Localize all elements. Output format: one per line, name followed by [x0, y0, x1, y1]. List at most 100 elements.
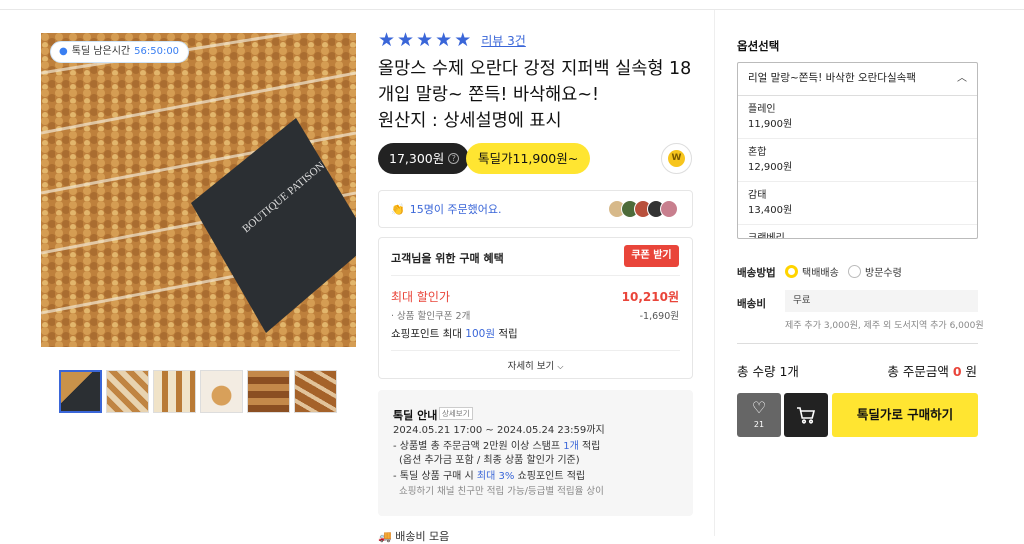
- option-name: 플레인: [748, 104, 776, 115]
- title-line: 개입 말랑~ 쫀득! 바삭해요~!: [378, 85, 600, 105]
- max-discount-value: 10,210원: [621, 290, 679, 304]
- deal-title: 톡딜 안내: [393, 409, 438, 422]
- total-quantity: 총 수량 1개: [737, 364, 799, 379]
- radio-label: 택배배송: [802, 268, 839, 279]
- options-title: 옵션선택: [737, 39, 780, 53]
- deal-info-box: 톡딜 안내 상세보기 2024.05.21 17:00 ~ 2024.05.24…: [378, 390, 693, 516]
- column-divider: [714, 10, 715, 536]
- chevron-up-icon: ︿: [957, 73, 967, 84]
- points-suffix: 적립: [495, 328, 518, 340]
- clap-icon: 👏: [391, 202, 405, 216]
- more-details-button[interactable]: 자세히 보기 ⌵: [379, 358, 692, 372]
- points-info: 쇼핑포인트 최대 100원 적립: [391, 326, 518, 341]
- top-divider: [0, 0, 1024, 10]
- option-name: 크랜베리: [748, 233, 785, 239]
- selected-option-label: 리얼 말랑~쫀득! 바삭한 오란다실속팩: [748, 72, 916, 84]
- divider: [737, 343, 978, 344]
- radio-icon: [848, 265, 861, 278]
- shipping-fee-note: 제주 추가 3,000원, 제주 외 도서지역 추가 6,000원: [785, 321, 984, 331]
- shipping-bundle-label: 🚚 배송비 모음: [378, 528, 449, 544]
- option-dropdown[interactable]: 리얼 말랑~쫀득! 바삭한 오란다실속팩 ︿ 플레인 11,900원 혼합 12…: [737, 62, 978, 239]
- like-count: 21: [753, 420, 765, 429]
- total-price-value: 0: [952, 364, 962, 379]
- benefit-title: 고객님을 위한 구매 혜택: [391, 252, 504, 265]
- review-link[interactable]: 리뷰 3건: [481, 32, 526, 49]
- thumbnail-strip: [59, 370, 337, 413]
- deal-highlight: 최대 3%: [476, 471, 515, 482]
- coupon-label: · 상품 할인쿠폰 2개: [391, 311, 471, 322]
- rating-stars: ★ ★ ★ ★ ★ 리뷰 3건: [378, 31, 526, 50]
- cart-icon: [797, 407, 816, 424]
- thumbnail[interactable]: [294, 370, 337, 413]
- timer-label: 톡딜 남은시간: [71, 46, 131, 57]
- total-price-label: 총 주문금액: [887, 364, 953, 379]
- coin-icon: W: [668, 150, 685, 167]
- thumbnail[interactable]: [59, 370, 102, 413]
- option-item[interactable]: 감태 13,400원: [738, 182, 977, 225]
- title-line: 올망스 수제 오란다 강정 지퍼백 실속형 18: [378, 59, 692, 79]
- option-price: 12,900원: [748, 162, 793, 173]
- product-main-image[interactable]: BOUTIQUE PATISON: [41, 33, 356, 347]
- points-value: 100원: [465, 328, 495, 340]
- coupon-button[interactable]: 쿠폰 받기: [624, 245, 679, 267]
- delivery-radio-pickup[interactable]: 방문수령: [848, 264, 902, 279]
- order-count-box: 👏 15명이 주문했어요.: [378, 190, 693, 228]
- option-item[interactable]: 크랜베리: [738, 225, 977, 239]
- wallet-button[interactable]: W: [661, 143, 692, 174]
- regular-price: 17,300원: [389, 151, 445, 166]
- deal-line: - 상품별 총 주문금액 2만원 이상 스탬프 1개 적립: [393, 441, 600, 453]
- thumbnail[interactable]: [200, 370, 243, 413]
- deal-line: - 톡딜 상품 구매 시 최대 3% 쇼핑포인트 적립: [393, 471, 585, 483]
- shipping-fee-label: 배송비: [737, 298, 766, 310]
- option-item[interactable]: 플레인 11,900원: [738, 96, 977, 139]
- star-icon: ★: [454, 29, 472, 51]
- option-name: 감태: [748, 190, 767, 201]
- deal-detail-tag[interactable]: 상세보기: [439, 407, 473, 420]
- deal-period: 2024.05.21 17:00 ~ 2024.05.24 23:59까지: [393, 425, 605, 436]
- divider: [391, 350, 680, 351]
- deal-text: - 상품별 총 주문금액 2만원 이상 스탬프: [393, 441, 564, 452]
- star-icon: ★: [416, 29, 434, 51]
- title-line: 원산지 : 상세설명에 표시: [378, 111, 562, 131]
- timer-value: 56:50:00: [134, 46, 180, 57]
- star-icon: ★: [378, 29, 396, 51]
- deal-line: (옵션 추가금 포함 / 최종 상품 할인가 기준): [399, 455, 580, 466]
- selected-option[interactable]: 리얼 말랑~쫀득! 바삭한 오란다실속팩 ︿: [738, 63, 977, 96]
- product-title: 올망스 수제 오란다 강정 지퍼백 실속형 18 개입 말랑~ 쫀득! 바삭해요…: [378, 56, 698, 134]
- option-item[interactable]: 혼합 12,900원: [738, 139, 977, 182]
- chevron-down-icon: ⌵: [557, 362, 564, 371]
- deal-text: 쇼핑포인트 적립: [514, 471, 586, 482]
- delivery-method-label: 배송방법: [737, 267, 776, 279]
- radio-selected-icon: [785, 265, 798, 278]
- shipping-fee-value: 무료: [785, 290, 978, 312]
- cart-button[interactable]: [784, 393, 828, 437]
- like-button[interactable]: ♡ 21: [737, 393, 781, 437]
- buy-button[interactable]: 톡딜가로 구매하기: [832, 393, 978, 437]
- deal-note: 쇼핑하기 채널 친구만 적립 가능/등급별 적립율 상이: [399, 486, 604, 497]
- points-prefix: 쇼핑포인트 최대: [391, 328, 466, 340]
- buyer-avatars: [608, 200, 678, 218]
- thumbnail[interactable]: [153, 370, 196, 413]
- coupon-value: -1,690원: [639, 311, 679, 322]
- avatar: [660, 200, 678, 218]
- deal-text: 적립: [578, 441, 601, 452]
- shipping-bundle-text: 배송비 모음: [395, 530, 450, 543]
- deal-text: - 톡딜 상품 구매 시: [393, 471, 477, 482]
- option-price: 13,400원: [748, 205, 793, 216]
- benefit-box: 고객님을 위한 구매 혜택 쿠폰 받기 최대 할인가 10,210원 · 상품 …: [378, 237, 693, 379]
- star-icon: ★: [435, 29, 453, 51]
- divider: [391, 275, 680, 276]
- thumbnail[interactable]: [106, 370, 149, 413]
- heart-icon: ♡: [751, 398, 767, 417]
- drop-icon: ●: [59, 46, 68, 57]
- order-count-text: 15명이 주문했어요.: [409, 203, 502, 216]
- max-discount-label: 최대 할인가: [391, 290, 451, 304]
- option-price: 11,900원: [748, 119, 793, 130]
- delivery-radio-parcel[interactable]: 택배배송: [785, 264, 839, 279]
- option-name: 혼합: [748, 147, 767, 158]
- deal-timer: ● 톡딜 남은시간 56:50:00: [50, 41, 190, 63]
- help-icon[interactable]: ?: [448, 153, 460, 164]
- thumbnail[interactable]: [247, 370, 290, 413]
- star-icon: ★: [397, 29, 415, 51]
- total-price-unit: 원: [961, 364, 977, 379]
